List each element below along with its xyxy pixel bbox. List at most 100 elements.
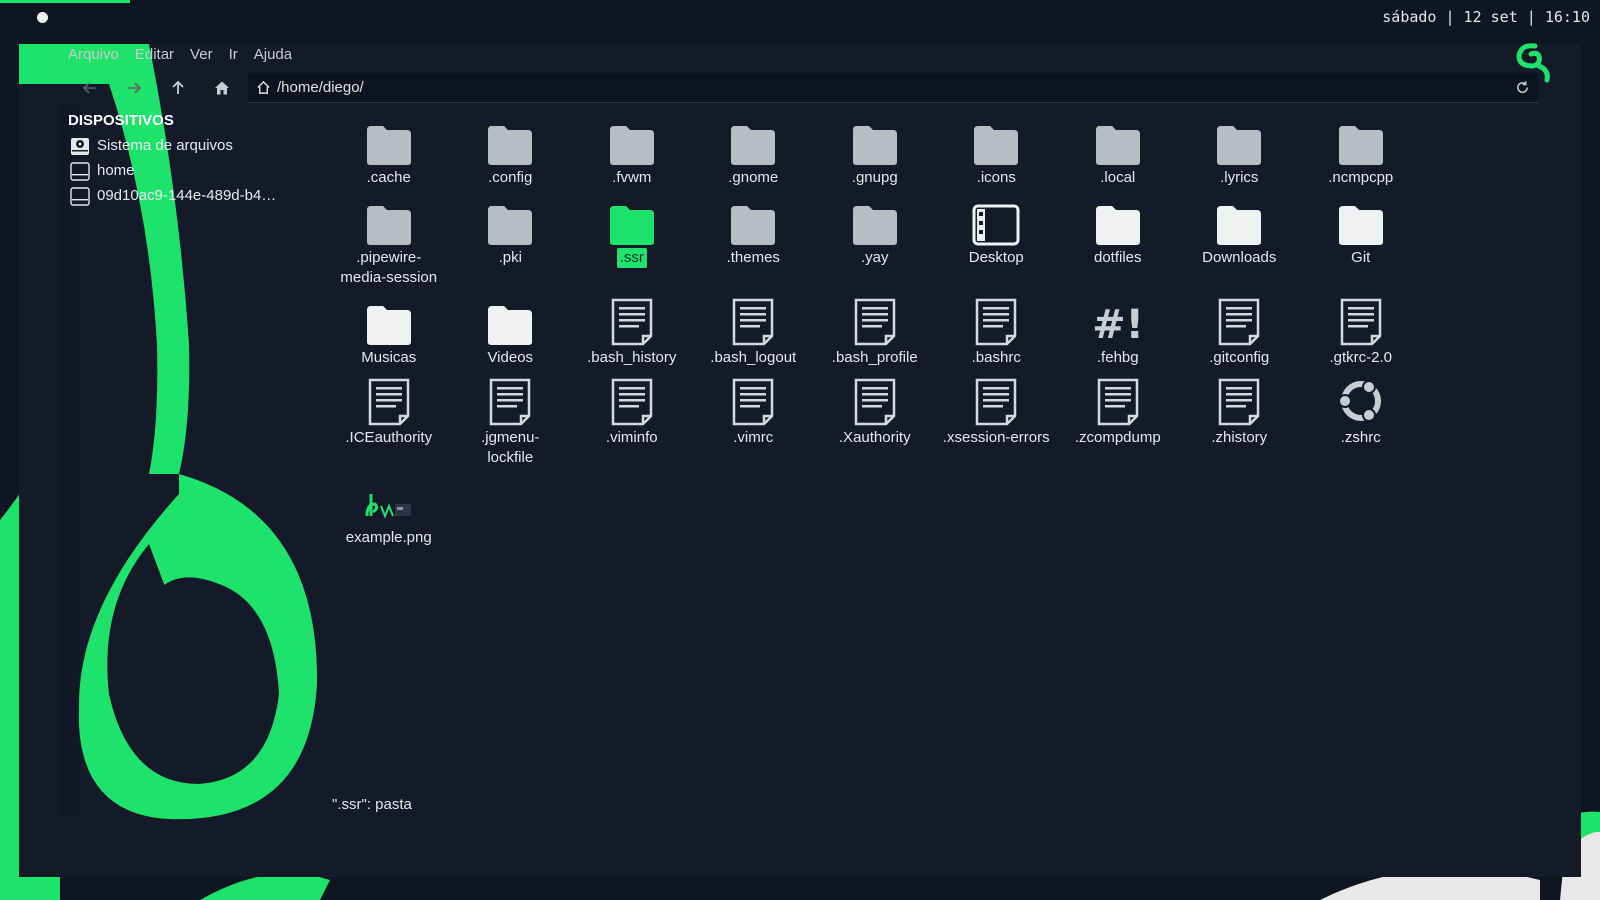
file-name-label: Videos bbox=[487, 349, 534, 366]
file-item[interactable]: .local bbox=[1057, 114, 1179, 194]
text-file-icon bbox=[966, 374, 1026, 426]
file-item[interactable]: .themes bbox=[693, 194, 815, 294]
file-item[interactable]: .bashrc bbox=[936, 294, 1058, 374]
file-item[interactable]: .zhistory bbox=[1179, 374, 1301, 474]
top-panel: sábado | 12 set | 16:10 bbox=[0, 0, 1600, 34]
folder-icon bbox=[480, 294, 540, 346]
drive-icon bbox=[68, 185, 92, 207]
file-row: .pipewire-media-session .pki .ssr .themes .y… bbox=[328, 194, 1548, 294]
file-item[interactable]: .jgmenu-lockfile bbox=[450, 374, 572, 474]
folder-hidden-icon bbox=[845, 194, 905, 246]
svg-text:#!: #! bbox=[1092, 302, 1144, 346]
file-item[interactable]: .ncmpcpp bbox=[1300, 114, 1422, 194]
sidebar-item-label: Sistema de arquivos bbox=[97, 137, 233, 154]
text-file-icon bbox=[1209, 294, 1269, 346]
up-button[interactable] bbox=[156, 73, 200, 103]
file-item[interactable]: .bash_history bbox=[571, 294, 693, 374]
file-item[interactable]: .zcompdump bbox=[1057, 374, 1179, 474]
file-item[interactable]: .gnome bbox=[693, 114, 815, 194]
folder-selected-icon bbox=[602, 194, 662, 246]
file-item[interactable]: Musicas bbox=[328, 294, 450, 374]
file-name-label: dotfiles bbox=[1093, 249, 1142, 266]
app-logo-icon bbox=[1516, 43, 1550, 83]
file-item[interactable]: .lyrics bbox=[1179, 114, 1301, 194]
forward-button[interactable] bbox=[112, 73, 156, 103]
workspace-indicator-icon[interactable] bbox=[37, 12, 48, 23]
file-item[interactable]: .bash_profile bbox=[814, 294, 936, 374]
file-item[interactable]: Videos bbox=[450, 294, 572, 374]
arrow-up-icon bbox=[172, 80, 184, 94]
file-name-label: .ssr bbox=[616, 248, 647, 268]
file-name-line: .pipewire- bbox=[356, 249, 422, 266]
file-name-label: .ICEauthority bbox=[345, 429, 433, 446]
folder-hidden-icon bbox=[480, 194, 540, 246]
folder-icon bbox=[1209, 194, 1269, 246]
file-name-label: .config bbox=[488, 169, 533, 186]
file-item[interactable]: example.png bbox=[328, 474, 450, 554]
text-file-icon bbox=[723, 294, 783, 346]
file-item[interactable]: .gnupg bbox=[814, 114, 936, 194]
file-item[interactable]: .vimrc bbox=[693, 374, 815, 474]
file-name-label: example.png bbox=[345, 529, 432, 546]
file-item[interactable]: .yay bbox=[814, 194, 936, 294]
file-name-label: .fehbg bbox=[1096, 349, 1139, 366]
back-button[interactable] bbox=[68, 73, 112, 103]
location-bar[interactable]: /home/diego/ bbox=[248, 73, 1538, 103]
menu-ver[interactable]: Ver bbox=[190, 46, 213, 70]
file-item[interactable]: .bash_logout bbox=[693, 294, 815, 374]
status-bar: ".ssr": pasta bbox=[332, 796, 412, 813]
file-item[interactable]: Downloads bbox=[1179, 194, 1301, 294]
file-name-label: .xsession-errors bbox=[942, 429, 1050, 446]
file-name-label: .viminfo bbox=[605, 429, 658, 446]
folder-hidden-icon bbox=[480, 114, 540, 166]
file-row: Musicas Videos .bash_history .bash_logout .b… bbox=[328, 294, 1548, 374]
file-name-label: .zcompdump bbox=[1074, 429, 1161, 446]
file-item[interactable]: .pipewire-media-session bbox=[328, 194, 450, 294]
sidebar-item-volume[interactable]: 09d10ac9-144e-489d-b4… bbox=[68, 183, 330, 208]
file-item[interactable]: .config bbox=[450, 114, 572, 194]
menu-ajuda[interactable]: Ajuda bbox=[254, 46, 292, 70]
folder-hidden-icon bbox=[359, 114, 419, 166]
file-item[interactable]: .fvwm bbox=[571, 114, 693, 194]
location-path[interactable]: /home/diego/ bbox=[277, 79, 1515, 96]
desktop-icon bbox=[966, 194, 1026, 246]
file-item[interactable]: .Xauthority bbox=[814, 374, 936, 474]
file-item[interactable]: .zshrc bbox=[1300, 374, 1422, 474]
file-item[interactable]: .viminfo bbox=[571, 374, 693, 474]
file-item[interactable]: .ssr bbox=[571, 194, 693, 294]
sidebar-item-filesystem[interactable]: Sistema de arquivos bbox=[68, 133, 330, 158]
sidebar-item-label: 09d10ac9-144e-489d-b4… bbox=[97, 187, 277, 204]
folder-hidden-icon bbox=[1209, 114, 1269, 166]
file-item[interactable]: dotfiles bbox=[1057, 194, 1179, 294]
file-item[interactable]: .cache bbox=[328, 114, 450, 194]
file-item[interactable]: .pki bbox=[450, 194, 572, 294]
file-name-label: .gnome bbox=[728, 169, 779, 186]
file-name-label: .ncmpcpp bbox=[1328, 169, 1394, 186]
text-file-icon bbox=[966, 294, 1026, 346]
file-name-label: .fvwm bbox=[612, 169, 652, 186]
file-item[interactable]: .gtkrc-2.0 bbox=[1300, 294, 1422, 374]
text-file-icon bbox=[602, 294, 662, 346]
folder-hidden-icon bbox=[1331, 114, 1391, 166]
sidebar-section-title: DISPOSITIVOS bbox=[68, 112, 174, 129]
file-name-label: .local bbox=[1100, 169, 1136, 186]
folder-hidden-icon bbox=[845, 114, 905, 166]
file-item[interactable]: .icons bbox=[936, 114, 1058, 194]
file-name-label: Desktop bbox=[968, 249, 1024, 266]
file-item[interactable]: .ICEauthority bbox=[328, 374, 450, 474]
script-icon: #! bbox=[1088, 294, 1148, 346]
file-item[interactable]: Git bbox=[1300, 194, 1422, 294]
text-file-icon bbox=[845, 294, 905, 346]
file-item[interactable]: #! .fehbg bbox=[1057, 294, 1179, 374]
sidebar-item-home[interactable]: home bbox=[68, 158, 330, 183]
menu-arquivo[interactable]: Arquivo bbox=[68, 46, 119, 70]
file-item[interactable]: Desktop bbox=[936, 194, 1058, 294]
menu-editar[interactable]: Editar bbox=[135, 46, 174, 70]
folder-hidden-icon bbox=[966, 114, 1026, 166]
home-button[interactable] bbox=[200, 73, 244, 103]
arrow-left-icon bbox=[82, 82, 96, 94]
file-item[interactable]: .gitconfig bbox=[1179, 294, 1301, 374]
menu-ir[interactable]: Ir bbox=[229, 46, 238, 70]
file-item[interactable]: .xsession-errors bbox=[936, 374, 1058, 474]
file-name-label: .cache bbox=[366, 169, 411, 186]
